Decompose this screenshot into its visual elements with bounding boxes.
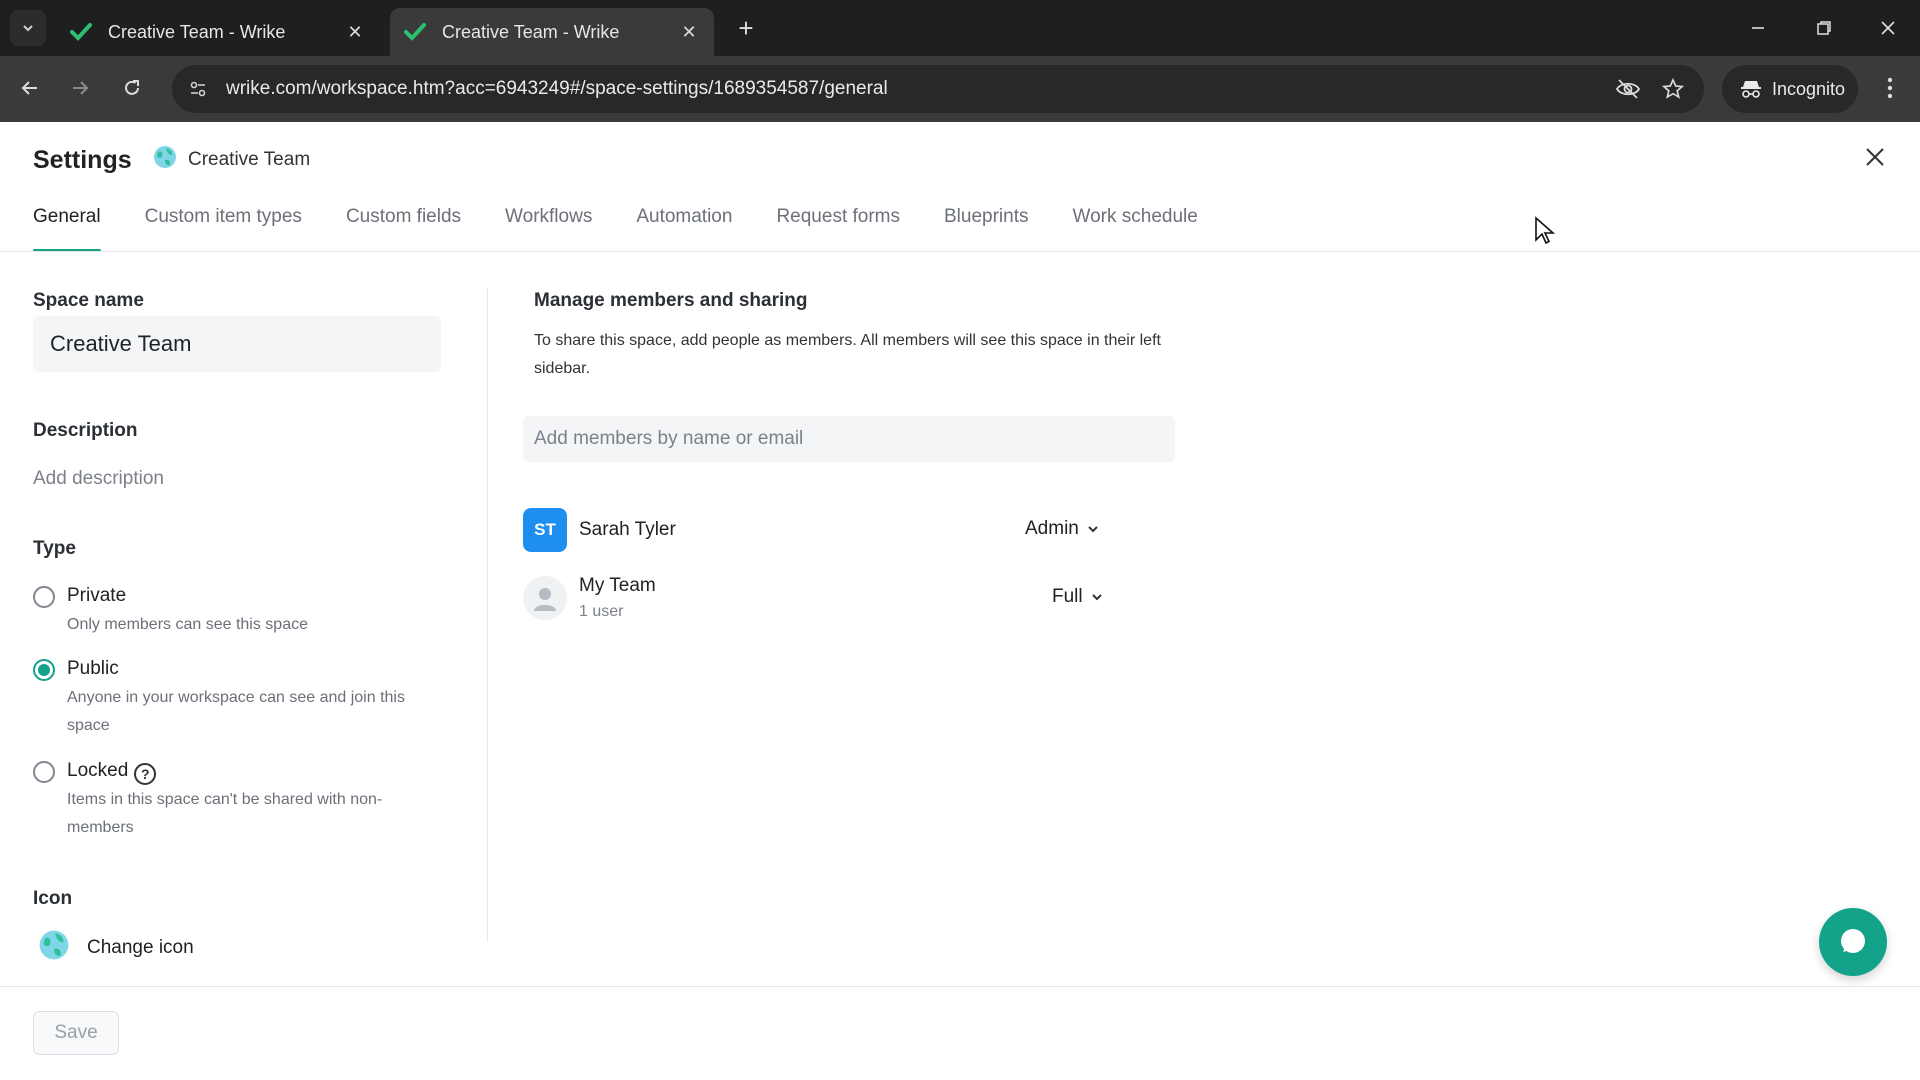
reload-icon[interactable] — [114, 70, 150, 106]
member-sub: 1 user — [579, 603, 624, 620]
browser-tab-1[interactable]: Creative Team - Wrike ✕ — [56, 8, 380, 56]
members-title: Manage members and sharing — [534, 290, 808, 311]
tab-search-button[interactable] — [10, 10, 46, 46]
wrike-check-icon — [404, 21, 426, 43]
add-members-input[interactable]: Add members by name or email — [523, 416, 1175, 462]
settings-tabs: General Custom item types Custom fields … — [33, 206, 1242, 252]
tab-title: Creative Team - Wrike — [108, 21, 286, 42]
new-tab-plus-icon[interactable]: + — [730, 12, 762, 44]
public-description: Anyone in your workspace can see and joi… — [67, 689, 405, 734]
close-settings-icon[interactable] — [1860, 142, 1890, 172]
footer-divider — [0, 986, 1920, 987]
address-bar[interactable]: wrike.com/workspace.htm?acc=6943249#/spa… — [172, 65, 1704, 113]
space-name-input[interactable]: Creative Team — [33, 316, 441, 372]
role-label: Full — [1052, 586, 1083, 607]
avatar: ST — [523, 508, 567, 552]
member-name: My Team — [579, 575, 656, 596]
space-name-header: Creative Team — [188, 148, 311, 170]
tab-blueprints[interactable]: Blueprints — [944, 206, 1029, 252]
browser-tab-2[interactable]: Creative Team - Wrike ✕ — [390, 8, 714, 56]
description-input[interactable]: Add description — [33, 468, 164, 490]
column-divider — [487, 287, 488, 942]
tab-automation[interactable]: Automation — [636, 206, 732, 252]
chat-button[interactable] — [1819, 908, 1887, 976]
browser-tab-bar: Creative Team - Wrike ✕ Creative Team - … — [0, 0, 1920, 56]
team-avatar-icon — [523, 576, 567, 620]
incognito-badge[interactable]: Incognito — [1722, 65, 1858, 113]
locked-title: Locked — [67, 760, 129, 781]
description-label: Description — [33, 420, 138, 441]
icon-label: Icon — [33, 888, 73, 909]
tab-custom-item-types[interactable]: Custom item types — [145, 206, 302, 252]
page-title: Settings — [33, 146, 132, 174]
forward-arrow-icon[interactable] — [62, 70, 98, 106]
member-row: My Team 1 user — [523, 573, 1113, 623]
chevron-down-icon — [1091, 591, 1103, 603]
space-globe-icon — [152, 144, 178, 175]
close-tab-icon[interactable]: ✕ — [344, 21, 366, 43]
change-icon-label: Change icon — [87, 936, 194, 958]
bookmark-star-icon[interactable] — [1657, 73, 1689, 105]
incognito-label: Incognito — [1772, 78, 1846, 99]
role-dropdown[interactable]: Full — [1052, 586, 1103, 608]
tab-general[interactable]: General — [33, 206, 101, 252]
member-info: Sarah Tyler — [579, 519, 676, 541]
help-icon[interactable]: ? — [134, 763, 157, 785]
tab-request-forms[interactable]: Request forms — [776, 206, 900, 252]
browser-menu-icon[interactable] — [1872, 70, 1908, 106]
close-window-icon[interactable] — [1868, 8, 1908, 48]
wrike-check-icon — [70, 21, 92, 43]
public-radio[interactable] — [33, 659, 55, 681]
browser-toolbar: wrike.com/workspace.htm?acc=6943249#/spa… — [0, 56, 1920, 122]
tab-work-schedule[interactable]: Work schedule — [1073, 206, 1198, 252]
back-arrow-icon[interactable] — [12, 70, 48, 106]
type-label: Type — [33, 538, 76, 559]
members-description: To share this space, add people as membe… — [534, 332, 1161, 377]
site-settings-icon[interactable] — [178, 69, 218, 109]
chat-bubble-icon — [1841, 929, 1865, 953]
chevron-down-icon — [23, 25, 33, 32]
tab-title: Creative Team - Wrike — [442, 21, 620, 42]
private-title: Private — [67, 585, 127, 606]
space-globe-icon — [37, 928, 71, 967]
restore-icon[interactable] — [1804, 8, 1844, 48]
role-label: Admin — [1025, 518, 1079, 539]
eye-off-icon[interactable] — [1612, 73, 1644, 105]
save-button[interactable]: Save — [33, 1011, 119, 1055]
chevron-down-icon — [1087, 523, 1099, 535]
role-dropdown[interactable]: Admin — [1025, 518, 1099, 540]
minimize-icon[interactable] — [1738, 8, 1778, 48]
member-info: My Team 1 user — [579, 575, 656, 621]
private-radio[interactable] — [33, 586, 55, 608]
mouse-cursor-icon — [1534, 216, 1556, 251]
tab-custom-fields[interactable]: Custom fields — [346, 206, 461, 252]
private-description: Only members can see this space — [67, 616, 308, 633]
space-settings-page: Settings Creative Team General Custom it… — [0, 122, 1920, 1080]
incognito-icon — [1740, 79, 1762, 99]
locked-radio[interactable] — [33, 761, 55, 783]
tabs-divider — [0, 251, 1920, 252]
member-name: Sarah Tyler — [579, 519, 676, 540]
space-badge: Creative Team — [152, 144, 310, 175]
locked-description: Items in this space can't be shared with… — [67, 791, 383, 836]
tab-workflows[interactable]: Workflows — [505, 206, 592, 252]
locked-title-row: Locked? — [67, 760, 157, 785]
change-icon-button[interactable]: Change icon — [37, 928, 194, 967]
url-text: wrike.com/workspace.htm?acc=6943249#/spa… — [226, 78, 888, 99]
close-tab-icon[interactable]: ✕ — [678, 21, 700, 43]
public-title: Public — [67, 658, 119, 679]
space-name-label: Space name — [33, 290, 144, 311]
